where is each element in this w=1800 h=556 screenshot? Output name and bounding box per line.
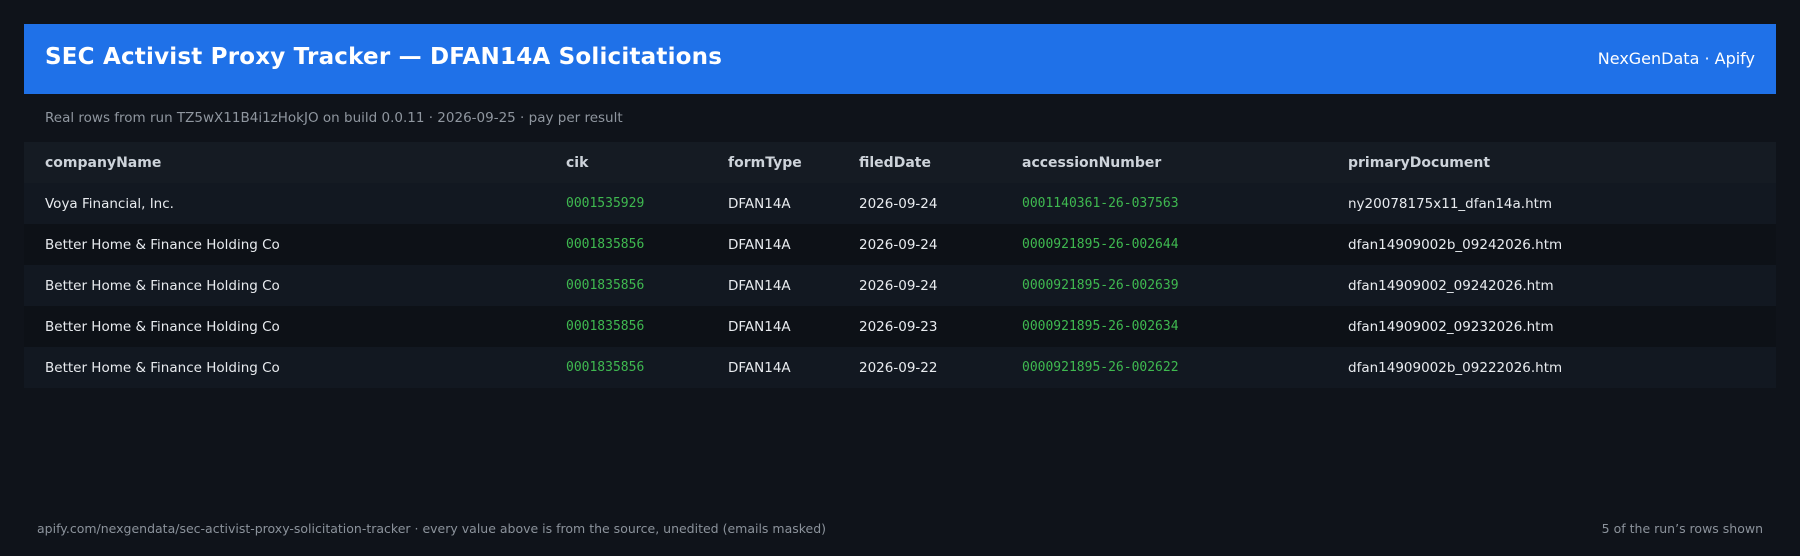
table-row[interactable]: Better Home & Finance Holding Co 0001835… bbox=[24, 265, 1776, 306]
column-header-accessionnumber[interactable]: accessionNumber bbox=[1022, 155, 1348, 171]
run-info: Real rows from run TZ5wX11B4i1zHokJO on … bbox=[45, 110, 623, 126]
page-title: SEC Activist Proxy Tracker — DFAN14A Sol… bbox=[45, 44, 723, 70]
table-row[interactable]: Better Home & Finance Holding Co 0001835… bbox=[24, 306, 1776, 347]
accession-number-cell: 0000921895-26-002634 bbox=[1022, 319, 1179, 334]
primary-document-cell[interactable]: dfan14909002_09232026.htm bbox=[1348, 319, 1748, 335]
company-name-cell: Better Home & Finance Holding Co bbox=[45, 277, 280, 294]
accession-number-cell: 0000921895-26-002622 bbox=[1022, 360, 1179, 375]
primary-document-cell[interactable]: dfan14909002b_09222026.htm bbox=[1348, 360, 1748, 376]
source-link[interactable]: apify.com/nexgendata/sec-activist-proxy-… bbox=[37, 521, 826, 536]
filed-date-cell: 2026-09-23 bbox=[859, 318, 938, 335]
cik-cell: 0001835856 bbox=[566, 319, 645, 334]
cik-cell: 0001835856 bbox=[566, 360, 645, 375]
filed-date-cell: 2026-09-24 bbox=[859, 236, 938, 253]
table-row[interactable]: Voya Financial, Inc. 0001535929 DFAN14A … bbox=[24, 183, 1776, 224]
primary-document-cell[interactable]: ny20078175x11_dfan14a.htm bbox=[1348, 196, 1748, 212]
rows-shown-count: 5 of the run’s rows shown bbox=[1601, 521, 1763, 536]
column-header-formtype[interactable]: formType bbox=[728, 155, 859, 171]
page-frame: SEC Activist Proxy Tracker — DFAN14A Sol… bbox=[0, 0, 1800, 556]
filed-date-cell: 2026-09-24 bbox=[859, 195, 938, 212]
form-type-cell: DFAN14A bbox=[728, 277, 791, 294]
form-type-cell: DFAN14A bbox=[728, 318, 791, 335]
results-table: companyName cik formType filedDate acces… bbox=[24, 142, 1776, 388]
company-name-cell: Voya Financial, Inc. bbox=[45, 195, 174, 212]
cik-cell: 0001535929 bbox=[566, 196, 645, 211]
column-header-companyname[interactable]: companyName bbox=[24, 155, 566, 171]
form-type-cell: DFAN14A bbox=[728, 195, 791, 212]
table-header-row: companyName cik formType filedDate acces… bbox=[24, 142, 1776, 183]
column-header-cik[interactable]: cik bbox=[566, 155, 728, 171]
header-bar: SEC Activist Proxy Tracker — DFAN14A Sol… bbox=[24, 24, 1776, 94]
filed-date-cell: 2026-09-22 bbox=[859, 359, 938, 376]
form-type-cell: DFAN14A bbox=[728, 236, 791, 253]
primary-document-cell[interactable]: dfan14909002b_09242026.htm bbox=[1348, 237, 1748, 253]
company-name-cell: Better Home & Finance Holding Co bbox=[45, 236, 280, 253]
cik-cell: 0001835856 bbox=[566, 278, 645, 293]
table-row[interactable]: Better Home & Finance Holding Co 0001835… bbox=[24, 347, 1776, 388]
accession-number-cell: 0001140361-26-037563 bbox=[1022, 196, 1179, 211]
primary-document-cell[interactable]: dfan14909002_09242026.htm bbox=[1348, 278, 1748, 294]
company-name-cell: Better Home & Finance Holding Co bbox=[45, 318, 280, 335]
footer: apify.com/nexgendata/sec-activist-proxy-… bbox=[37, 521, 1763, 536]
accession-number-cell: 0000921895-26-002639 bbox=[1022, 278, 1179, 293]
accession-number-cell: 0000921895-26-002644 bbox=[1022, 237, 1179, 252]
cik-cell: 0001835856 bbox=[566, 237, 645, 252]
filed-date-cell: 2026-09-24 bbox=[859, 277, 938, 294]
form-type-cell: DFAN14A bbox=[728, 359, 791, 376]
table-row[interactable]: Better Home & Finance Holding Co 0001835… bbox=[24, 224, 1776, 265]
column-header-fileddate[interactable]: filedDate bbox=[859, 155, 1022, 171]
company-name-cell: Better Home & Finance Holding Co bbox=[45, 359, 280, 376]
column-header-primarydocument[interactable]: primaryDocument bbox=[1348, 155, 1748, 171]
brand-label[interactable]: NexGenData · Apify bbox=[1598, 49, 1755, 68]
